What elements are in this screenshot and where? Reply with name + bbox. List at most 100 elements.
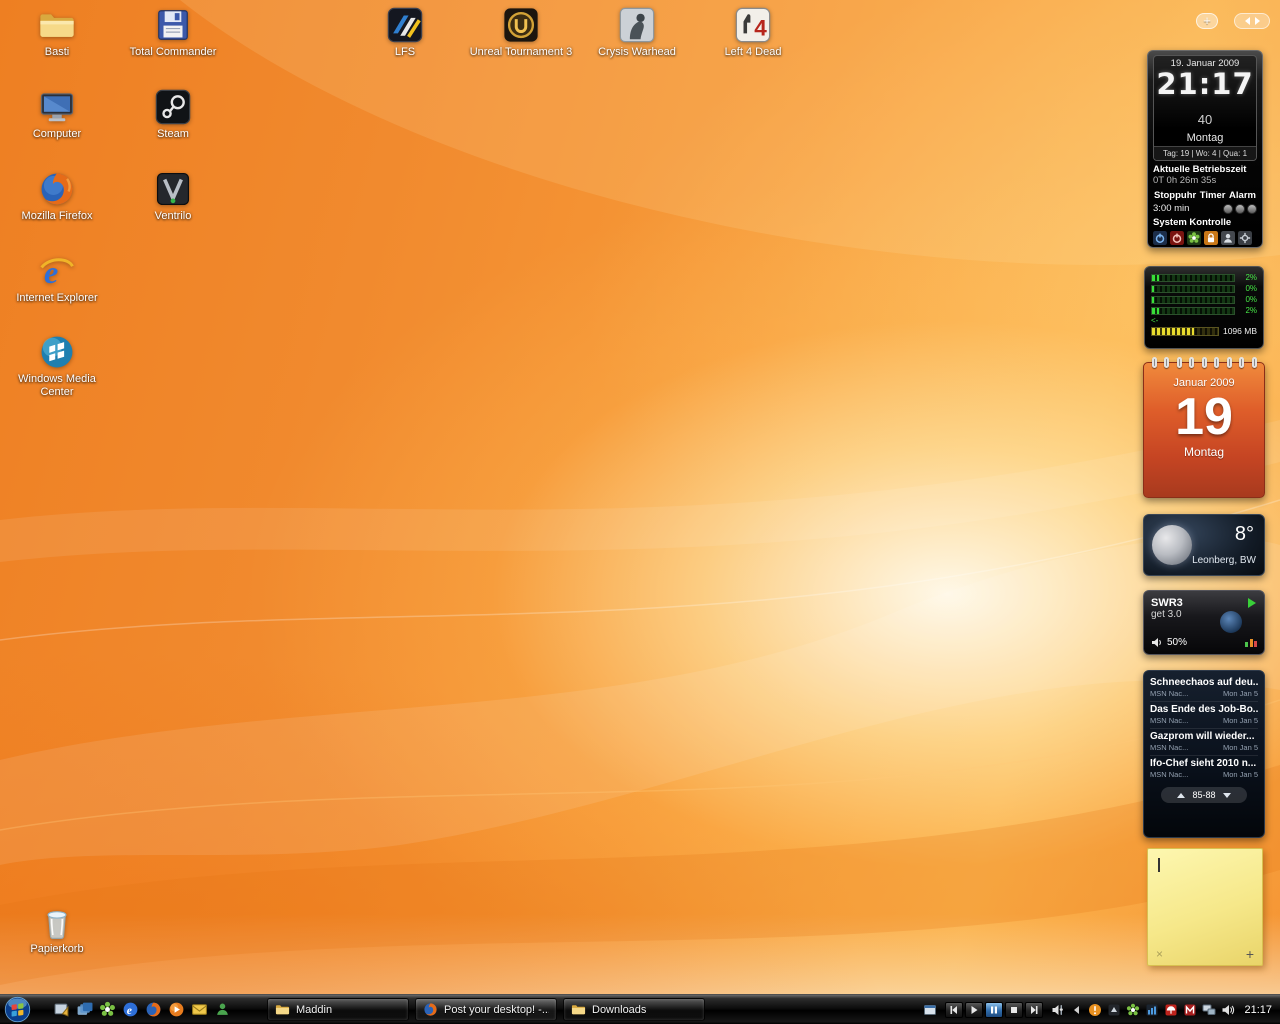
network-icon[interactable] [1202,1003,1216,1017]
timer-minus-button[interactable] [1223,203,1233,214]
mail-icon[interactable] [191,1001,208,1018]
speaker-icon[interactable] [1151,637,1163,648]
note-add-button[interactable]: + [1246,946,1254,962]
media-pause-button[interactable] [985,1001,1004,1018]
folder-icon [571,1005,586,1015]
page-left-icon[interactable] [1244,17,1250,25]
task-button-downloads[interactable]: Downloads [563,998,705,1021]
radio-gadget[interactable]: SWR3 get 3.0 50% [1143,590,1265,655]
sidebar-gadget-pager[interactable] [1234,13,1270,29]
icq-flower-icon[interactable] [1126,1003,1140,1017]
media-stop-button[interactable] [1005,1001,1024,1018]
feed-title[interactable]: Schneechaos auf deu... [1150,677,1258,688]
alarm-tab[interactable]: Alarm [1229,190,1256,201]
volume-icon[interactable] [1221,1003,1235,1017]
sidebar-add-gadget-button[interactable]: + [1196,13,1218,29]
feed-item[interactable]: Gazprom will wieder... MSN Nac... Mon Jan… [1150,729,1258,756]
task-button-firefox[interactable]: Post your desktop! -... [415,998,557,1021]
media-next-button[interactable] [1025,1001,1044,1018]
page-right-icon[interactable] [1254,17,1260,25]
radio-station: SWR3 [1151,597,1183,609]
cpu-bar-value: 0% [1245,284,1257,293]
ie-icon[interactable]: e [122,1001,139,1018]
page-up-icon[interactable] [1177,792,1186,798]
media-prev-button[interactable] [945,1001,964,1018]
feed-source: MSN Nac... [1150,689,1189,698]
warning-icon[interactable] [1088,1003,1102,1017]
sticky-note-gadget[interactable]: × + [1147,848,1263,966]
desktop-icon-recycle-bin[interactable]: Papierkorb [1,903,113,956]
desktop-icon-media-center[interactable]: Windows Media Center [1,333,113,399]
task-button-maddin[interactable]: Maddin [267,998,409,1021]
desktop-icon-label: Steam [157,128,189,140]
shutdown-icon[interactable] [1170,231,1184,245]
media-play-button[interactable] [965,1001,984,1018]
feed-item[interactable]: Ifo-Chef sieht 2010 n... MSN Nac... Mon J… [1150,756,1258,782]
cpu-bar-value: 0% [1245,295,1257,304]
system-meter-gadget[interactable]: 2% 0% 0% 2% <- 1096 MB [1144,266,1264,349]
desktop-icon-ventrilo[interactable]: Ventrilo [117,170,229,223]
volume-slider-icon[interactable] [1051,1003,1065,1017]
task-button-label: Downloads [592,1003,647,1016]
desktop-icon-ie[interactable]: e Internet Explorer [1,252,113,305]
desktop-icon-firefox[interactable]: Mozilla Firefox [1,170,113,223]
timer-start-button[interactable] [1235,203,1245,214]
desktop[interactable]: { "desktop": { "icons": [ {"label": "Bas… [0,0,1280,1024]
feed-title[interactable]: Das Ende des Job-Bo... [1150,704,1258,715]
desktop-icon-computer[interactable]: Computer [1,88,113,141]
memory-bar [1151,326,1219,336]
tray-clock[interactable]: 21:17 [1244,1004,1272,1016]
weather-gadget[interactable]: 8° Leonberg, BW [1143,514,1265,576]
media-player-icon[interactable] [168,1001,185,1018]
lock-icon[interactable] [1204,231,1218,245]
uptime-label: Aktuelle Betriebszeit [1153,164,1247,175]
power-icon[interactable] [1153,231,1167,245]
window-icon[interactable] [923,1003,937,1017]
icq-flower-icon[interactable] [99,1001,116,1018]
feed-pager[interactable]: 85-88 [1161,787,1247,803]
tray-collapse-icon[interactable] [1074,1005,1080,1014]
feed-item[interactable]: Schneechaos auf deu... MSN Nac... Mon Jan… [1150,675,1258,702]
show-desktop-icon[interactable] [53,1001,70,1018]
play-icon[interactable] [1248,598,1256,608]
radio-logo [1220,611,1242,633]
timer-tab[interactable]: Timer [1200,190,1226,201]
clock-gadget[interactable]: 19. Januar 2009 21:17 40 Montag Tag: 19 … [1147,50,1263,248]
clock-seconds: 40 [1197,112,1213,127]
uptime-value: 0T 0h 26m 35s [1153,175,1217,186]
timer-reset-button[interactable] [1247,203,1257,214]
desktop-icon-crysis[interactable]: Crysis Warhead [581,6,693,59]
equalizer-icon [1245,638,1257,647]
feed-title[interactable]: Ifo-Chef sieht 2010 n... [1150,758,1258,769]
feed-gadget[interactable]: Schneechaos auf deu... MSN Nac... Mon Jan… [1143,670,1265,838]
memory-value: 1096 MB [1222,326,1257,336]
firefox-icon[interactable] [145,1001,162,1018]
antivirus-icon[interactable] [1164,1003,1178,1017]
desktop-icon-lfs[interactable]: LFS [349,6,461,59]
desktop-icon-label: Ventrilo [154,210,192,222]
media-center-icon [41,336,73,368]
messenger-icon[interactable] [214,1001,231,1018]
start-button[interactable] [4,996,31,1023]
messenger-m-icon[interactable] [1183,1003,1197,1017]
desktop-icon-ut3[interactable]: Unreal Tournament 3 [465,6,577,59]
desktop-icon-label: Left 4 Dead [724,46,782,58]
stopwatch-tab[interactable]: Stoppuhr [1154,190,1196,201]
page-down-icon[interactable] [1222,792,1231,798]
calendar-gadget[interactable]: Januar 2009 19 Montag [1143,357,1265,498]
logoff-flower-icon[interactable] [1187,231,1201,245]
chart-icon[interactable] [1145,1003,1159,1017]
feed-title[interactable]: Gazprom will wieder... [1150,731,1258,742]
desktop-icon-basti[interactable]: Basti [1,6,113,59]
switch-windows-icon[interactable] [76,1001,93,1018]
feed-item[interactable]: Das Ende des Job-Bo... MSN Nac... Mon Jan… [1150,702,1258,729]
desktop-icon-total-commander[interactable]: Total Commander [117,6,229,59]
clock-display: 19. Januar 2009 21:17 40 Montag Tag: 19 … [1153,55,1257,161]
desktop-icon-l4d[interactable]: 4 Left 4 Dead [697,6,809,59]
app-icon[interactable] [1107,1003,1121,1017]
cpu-bar-value: 2% [1245,273,1257,282]
note-close-button[interactable]: × [1156,947,1163,961]
settings-icon[interactable] [1238,231,1252,245]
user-switch-icon[interactable] [1221,231,1235,245]
desktop-icon-steam[interactable]: Steam [117,88,229,141]
